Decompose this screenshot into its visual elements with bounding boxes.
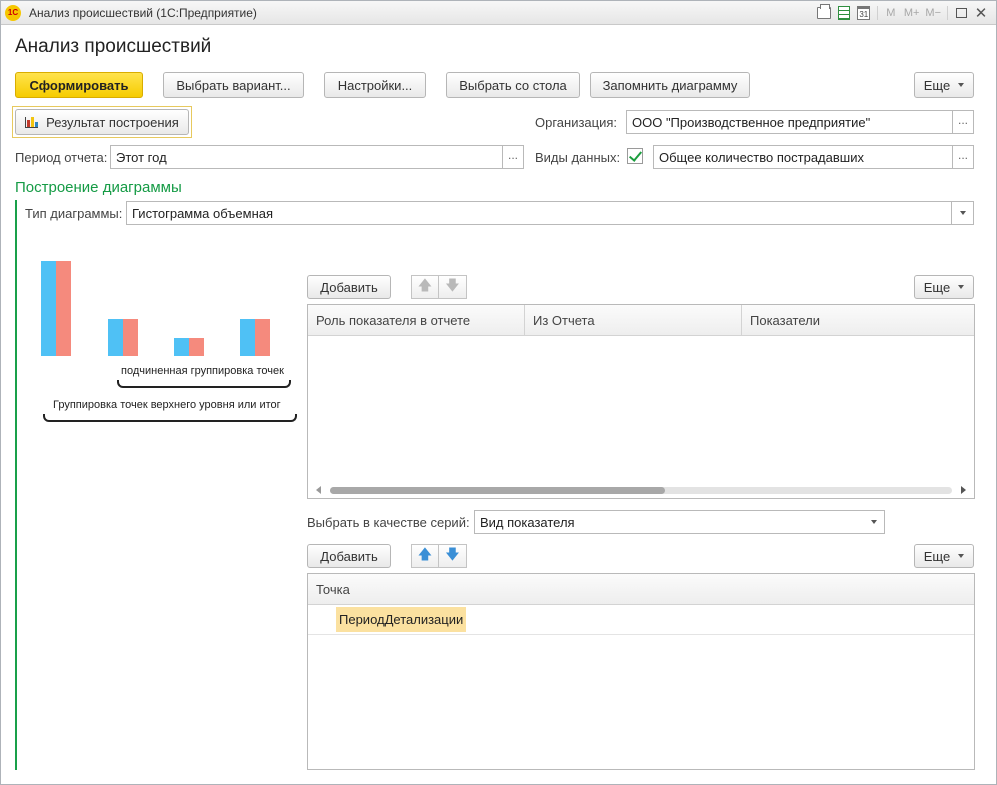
points-table-header: Точка bbox=[308, 574, 974, 605]
inner-grouping-label: подчиненная группировка точек bbox=[121, 365, 284, 377]
organization-field[interactable]: ООО "Производственное предприятие" bbox=[626, 110, 953, 134]
preview-bar-blue bbox=[174, 338, 189, 356]
chart-type-label: Тип диаграммы: bbox=[25, 206, 123, 221]
app-logo-icon: 1С bbox=[5, 5, 21, 21]
section-indicator-line bbox=[15, 200, 17, 770]
period-field[interactable]: Этот год bbox=[110, 145, 503, 169]
data-types-label: Виды данных: bbox=[535, 150, 621, 165]
points-table[interactable]: Точка ПериодДетализации bbox=[307, 573, 975, 770]
report-window: 1С Анализ происшествий (1С:Предприятие) … bbox=[0, 0, 997, 785]
toolbar-divider bbox=[876, 6, 878, 20]
indicators-move-buttons: 🡅 🡇 bbox=[411, 275, 467, 299]
chart-icon bbox=[25, 116, 39, 128]
indicators-more-button[interactable]: Еще bbox=[914, 275, 974, 299]
choose-variant-button[interactable]: Выбрать вариант... bbox=[163, 72, 304, 98]
points-move-buttons: 🡅 🡇 bbox=[411, 544, 467, 568]
generate-button[interactable]: Сформировать bbox=[15, 72, 143, 98]
spreadsheet-icon[interactable] bbox=[837, 5, 851, 21]
period-label: Период отчета: bbox=[15, 150, 108, 165]
title-bar: 1С Анализ происшествий (1С:Предприятие) … bbox=[1, 1, 996, 25]
table-row[interactable]: ПериодДетализации bbox=[308, 605, 974, 635]
preview-bar-red bbox=[123, 319, 138, 356]
preview-bar-blue bbox=[108, 319, 123, 356]
horizontal-scrollbar[interactable] bbox=[314, 484, 968, 494]
result-button-focus: Результат построения bbox=[12, 106, 192, 138]
outer-grouping-label: Группировка точек верхнего уровня или ит… bbox=[53, 399, 281, 411]
series-field[interactable]: Вид показателя bbox=[474, 510, 864, 534]
toolbar-divider bbox=[947, 6, 948, 20]
result-button[interactable]: Результат построения bbox=[15, 109, 189, 135]
data-types-select-button[interactable]: ... bbox=[952, 145, 974, 169]
chart-type-field[interactable]: Гистограмма объемная bbox=[126, 201, 952, 225]
organization-label: Организация: bbox=[535, 115, 618, 130]
move-up-icon[interactable]: 🡅 bbox=[411, 544, 439, 568]
memory-icon[interactable]: M bbox=[884, 5, 898, 21]
chart-type-dropdown-button[interactable] bbox=[952, 201, 974, 225]
maximize-icon[interactable] bbox=[954, 5, 968, 21]
remember-chart-button[interactable]: Запомнить диаграмму bbox=[590, 72, 750, 98]
preview-bar-red bbox=[189, 338, 204, 356]
preview-bar-blue bbox=[41, 261, 56, 356]
column-header[interactable]: Роль показателя в отчете bbox=[308, 305, 525, 336]
column-header[interactable]: Точка bbox=[308, 574, 974, 605]
memory-plus-icon[interactable]: M+ bbox=[904, 5, 920, 21]
memory-minus-icon[interactable]: M− bbox=[925, 5, 941, 21]
preview-bar-blue bbox=[240, 319, 255, 356]
point-cell[interactable]: ПериодДетализации bbox=[336, 607, 467, 632]
organization-select-button[interactable]: ... bbox=[952, 110, 974, 134]
scrollbar-thumb[interactable] bbox=[330, 487, 665, 494]
preview-bar-red bbox=[56, 261, 71, 356]
data-types-checkbox[interactable] bbox=[627, 148, 643, 164]
more-button[interactable]: Еще bbox=[914, 72, 974, 98]
move-up-icon[interactable]: 🡅 bbox=[411, 275, 439, 299]
points-add-button[interactable]: Добавить bbox=[307, 544, 391, 568]
settings-button[interactable]: Настройки... bbox=[324, 72, 426, 98]
inner-grouping-brace bbox=[117, 380, 291, 388]
calendar-icon[interactable]: 31 bbox=[857, 5, 871, 21]
indicators-add-button[interactable]: Добавить bbox=[307, 275, 391, 299]
data-types-field[interactable]: Общее количество пострадавших bbox=[653, 145, 953, 169]
series-label: Выбрать в качестве серий: bbox=[307, 515, 470, 530]
column-header[interactable]: Показатели bbox=[742, 305, 974, 336]
print-icon[interactable] bbox=[816, 4, 831, 21]
indicators-table[interactable]: Роль показателя в отчете Из Отчета Показ… bbox=[307, 304, 975, 499]
series-dropdown-button[interactable] bbox=[863, 510, 885, 534]
move-down-icon[interactable]: 🡇 bbox=[439, 275, 467, 299]
scroll-left-icon[interactable] bbox=[316, 486, 321, 494]
scrollbar-track[interactable] bbox=[330, 487, 952, 494]
period-select-button[interactable]: ... bbox=[502, 145, 524, 169]
window-title: Анализ происшествий (1С:Предприятие) bbox=[29, 6, 257, 20]
move-down-icon[interactable]: 🡇 bbox=[439, 544, 467, 568]
preview-bar-red bbox=[255, 319, 270, 356]
choose-from-desk-button[interactable]: Выбрать со стола bbox=[446, 72, 580, 98]
points-more-button[interactable]: Еще bbox=[914, 544, 974, 568]
indicators-table-header: Роль показателя в отчете Из Отчета Показ… bbox=[308, 305, 974, 336]
scroll-right-icon[interactable] bbox=[961, 486, 966, 494]
title-tools: 31 M M+ M− ✕ bbox=[816, 4, 988, 22]
column-header[interactable]: Из Отчета bbox=[525, 305, 742, 336]
close-icon[interactable]: ✕ bbox=[974, 5, 988, 22]
chart-section-title[interactable]: Построение диаграммы bbox=[15, 179, 182, 196]
page-title: Анализ происшествий bbox=[15, 36, 212, 57]
outer-grouping-brace bbox=[43, 414, 297, 422]
